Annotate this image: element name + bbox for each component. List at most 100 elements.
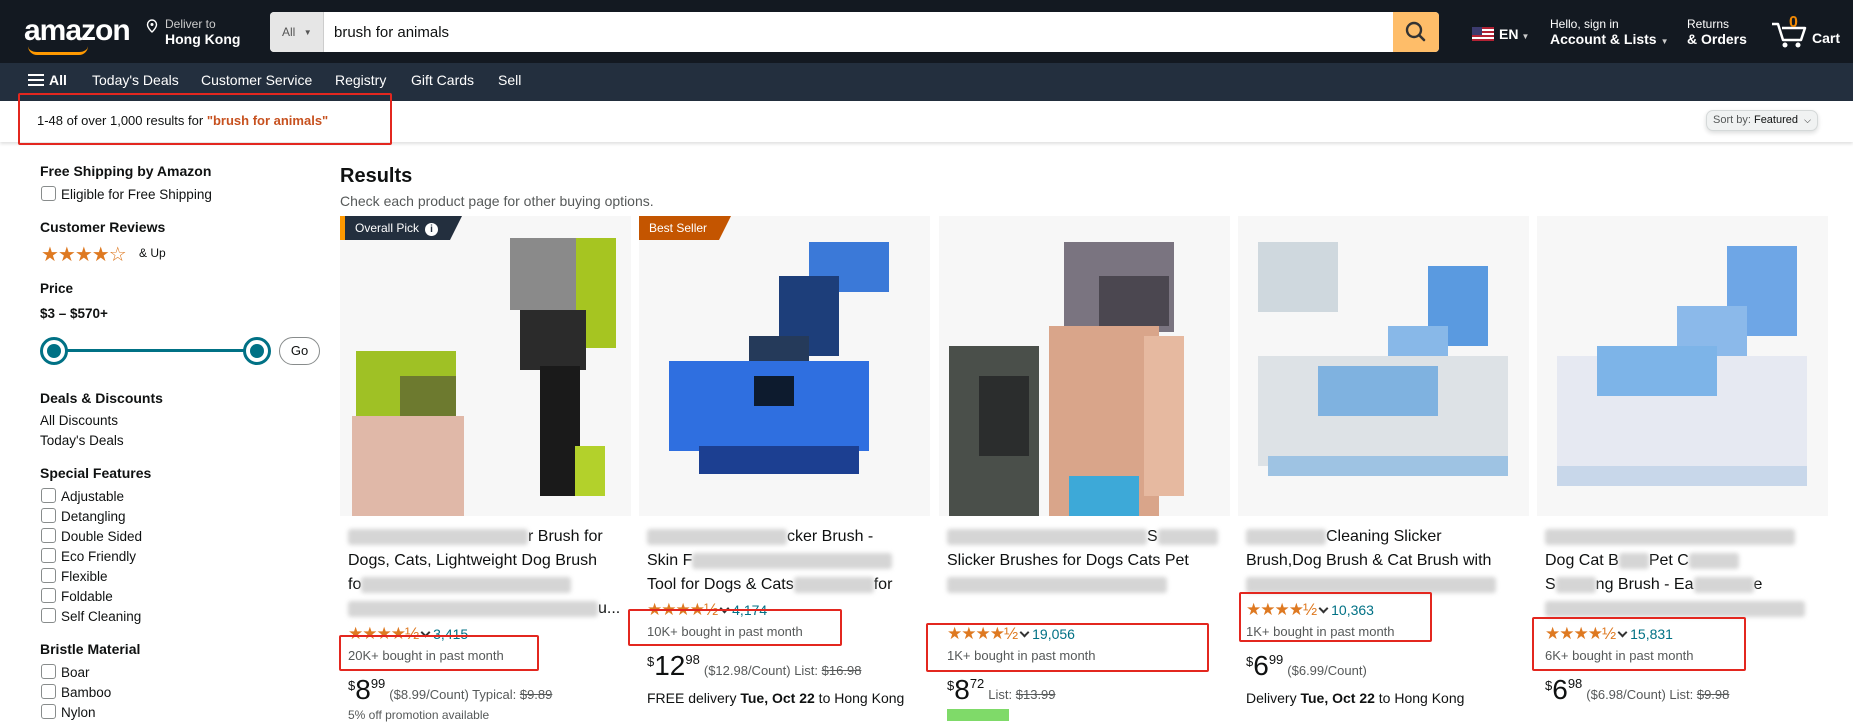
- bristle-label-nylon[interactable]: Nylon: [61, 705, 96, 720]
- product-title[interactable]: cker Brush - Skin F Tool for Dogs & Cats…: [647, 525, 923, 597]
- returns-orders[interactable]: Returns & Orders: [1687, 17, 1747, 47]
- results-heading: Results: [340, 165, 413, 187]
- feature-label-detangling[interactable]: Detangling: [61, 509, 126, 524]
- caret-down-icon: ▼: [1660, 37, 1669, 46]
- nav-item-customer-service[interactable]: Customer Service: [201, 72, 312, 88]
- product-price[interactable]: $1298($12.98/Count) List: $16.98: [647, 650, 861, 682]
- reviews-filter-title: Customer Reviews: [40, 219, 166, 235]
- bristle-checkbox-bamboo[interactable]: [41, 684, 56, 699]
- bristle-label-boar[interactable]: Boar: [61, 665, 90, 680]
- nav-item-gift-cards[interactable]: Gift Cards: [411, 72, 474, 88]
- info-icon[interactable]: i: [425, 223, 439, 236]
- and-up-label[interactable]: & Up: [139, 246, 166, 260]
- feature-label-eco-friendly[interactable]: Eco Friendly: [61, 549, 136, 564]
- deals-filter-title: Deals & Discounts: [40, 390, 163, 406]
- price-slider-max-handle[interactable]: [243, 337, 271, 365]
- sort-label: Sort by:: [1713, 114, 1751, 126]
- product-title[interactable]: Dog Cat B Pet C Sng Brush - Ea e: [1545, 525, 1821, 621]
- search-bar: All ▼: [270, 12, 1439, 52]
- feature-label-double-sided[interactable]: Double Sided: [61, 529, 142, 544]
- bristle-checkbox-boar[interactable]: [41, 664, 56, 679]
- features-filter-title: Special Features: [40, 465, 152, 481]
- search-category-dropdown[interactable]: All ▼: [270, 12, 324, 52]
- product-price[interactable]: $699($6.99/Count): [1246, 650, 1367, 682]
- account-lists[interactable]: Hello, sign in Account & Lists ▼: [1550, 17, 1669, 47]
- product-title[interactable]: r Brush for Dogs, Cats, Lightweight Dog …: [348, 525, 624, 621]
- delivery-info: Delivery Tue, Oct 22 to Hong Kong: [1246, 690, 1465, 706]
- deliver-to[interactable]: Deliver to Hong Kong: [145, 17, 240, 47]
- feature-checkbox-eco-friendly[interactable]: [41, 548, 56, 563]
- price-filter-title: Price: [40, 281, 74, 296]
- price-go-button[interactable]: Go: [279, 337, 320, 365]
- nav-item-registry[interactable]: Registry: [335, 72, 386, 88]
- highlight-box: [628, 609, 842, 646]
- save-badge: [947, 709, 1009, 721]
- product-price[interactable]: $872List: $13.99: [947, 674, 1056, 706]
- feature-checkbox-foldable[interactable]: [41, 588, 56, 603]
- four-star-filter[interactable]: ★★★★☆: [41, 242, 127, 267]
- overall-pick-badge: Overall Pick i: [340, 216, 463, 240]
- price-slider-track[interactable]: [54, 349, 257, 352]
- feature-label-flexible[interactable]: Flexible: [61, 569, 108, 584]
- amazon-smile-icon: [28, 46, 88, 55]
- highlight-box: [1239, 592, 1432, 642]
- delivery-info: FREE delivery Tue, Oct 22 to Hong Kong: [647, 690, 905, 706]
- caret-down-icon: ▼: [1521, 32, 1530, 41]
- nav-item-sell[interactable]: Sell: [498, 72, 521, 88]
- language-selector[interactable]: EN ▼: [1472, 26, 1529, 42]
- feature-label-adjustable[interactable]: Adjustable: [61, 489, 124, 504]
- price-slider-min-handle[interactable]: [40, 337, 68, 365]
- bristle-filter-title: Bristle Material: [40, 641, 141, 657]
- top-header: amazon Deliver to Hong Kong All ▼ EN▼ He…: [0, 0, 1853, 63]
- product-title[interactable]: Cleaning Slicker Brush,Dog Brush & Cat B…: [1246, 525, 1522, 597]
- language-label: EN: [1499, 26, 1519, 42]
- feature-checkbox-detangling[interactable]: [41, 508, 56, 523]
- deliver-label: Deliver to: [165, 17, 216, 31]
- amazon-logo[interactable]: amazon: [24, 14, 131, 48]
- returns-label: Returns: [1687, 17, 1730, 31]
- deals-todays-deals[interactable]: Today's Deals: [40, 433, 124, 448]
- sort-dropdown[interactable]: Sort by: Featured ⌵: [1706, 110, 1818, 131]
- account-greeting: Hello, sign in: [1550, 17, 1619, 31]
- account-label: Account & Lists ▼: [1550, 31, 1669, 47]
- orders-label: & Orders: [1687, 31, 1747, 47]
- search-input[interactable]: [330, 12, 1380, 52]
- feature-checkbox-adjustable[interactable]: [41, 488, 56, 503]
- product-price[interactable]: $698($6.98/Count) List: $9.98: [1545, 674, 1729, 706]
- feature-checkbox-flexible[interactable]: [41, 568, 56, 583]
- product-image[interactable]: Overall Pick i: [340, 216, 631, 516]
- sort-value: Featured: [1753, 114, 1798, 126]
- results-subtitle: Check each product page for other buying…: [340, 193, 654, 209]
- free-shipping-checkbox[interactable]: [41, 186, 56, 201]
- product-image[interactable]: [1238, 216, 1529, 516]
- best-seller-badge: Best Seller: [639, 216, 732, 240]
- hamburger-menu-icon: [28, 74, 44, 86]
- product-title[interactable]: S Slicker Brushes for Dogs Cats Pet: [947, 525, 1223, 597]
- nav-all-menu[interactable]: All: [28, 72, 67, 88]
- promotion-text: 5% off promotion available: [348, 708, 490, 722]
- bristle-label-bamboo[interactable]: Bamboo: [61, 685, 111, 700]
- product-image[interactable]: [939, 216, 1230, 516]
- highlight-box: [339, 635, 539, 671]
- nav-item-todays-deals[interactable]: Today's Deals: [92, 72, 179, 88]
- feature-checkbox-double-sided[interactable]: [41, 528, 56, 543]
- cart-button[interactable]: 0 Cart: [1770, 14, 1850, 50]
- feature-label-foldable[interactable]: Foldable: [61, 589, 113, 604]
- price-range: $3 – $570+: [40, 306, 108, 321]
- bristle-checkbox-nylon[interactable]: [41, 704, 56, 719]
- search-icon: [1405, 21, 1426, 42]
- deals-all-discounts[interactable]: All Discounts: [40, 413, 118, 428]
- search-button[interactable]: [1393, 12, 1439, 52]
- feature-label-self-cleaning[interactable]: Self Cleaning: [61, 609, 141, 624]
- product-image[interactable]: Best Seller: [639, 216, 930, 516]
- highlight-box: [926, 623, 1209, 672]
- caret-down-icon: ▼: [303, 28, 312, 37]
- shipping-filter-title: Free Shipping by Amazon: [40, 163, 212, 179]
- deliver-location: Hong Kong: [165, 31, 241, 47]
- feature-checkbox-self-cleaning[interactable]: [41, 608, 56, 623]
- product-price[interactable]: $899($8.99/Count) Typical: $9.89: [348, 674, 552, 706]
- product-image[interactable]: [1537, 216, 1828, 516]
- cart-count: 0: [1789, 14, 1798, 31]
- search-category-label: All: [282, 25, 296, 39]
- free-shipping-label[interactable]: Eligible for Free Shipping: [61, 187, 212, 202]
